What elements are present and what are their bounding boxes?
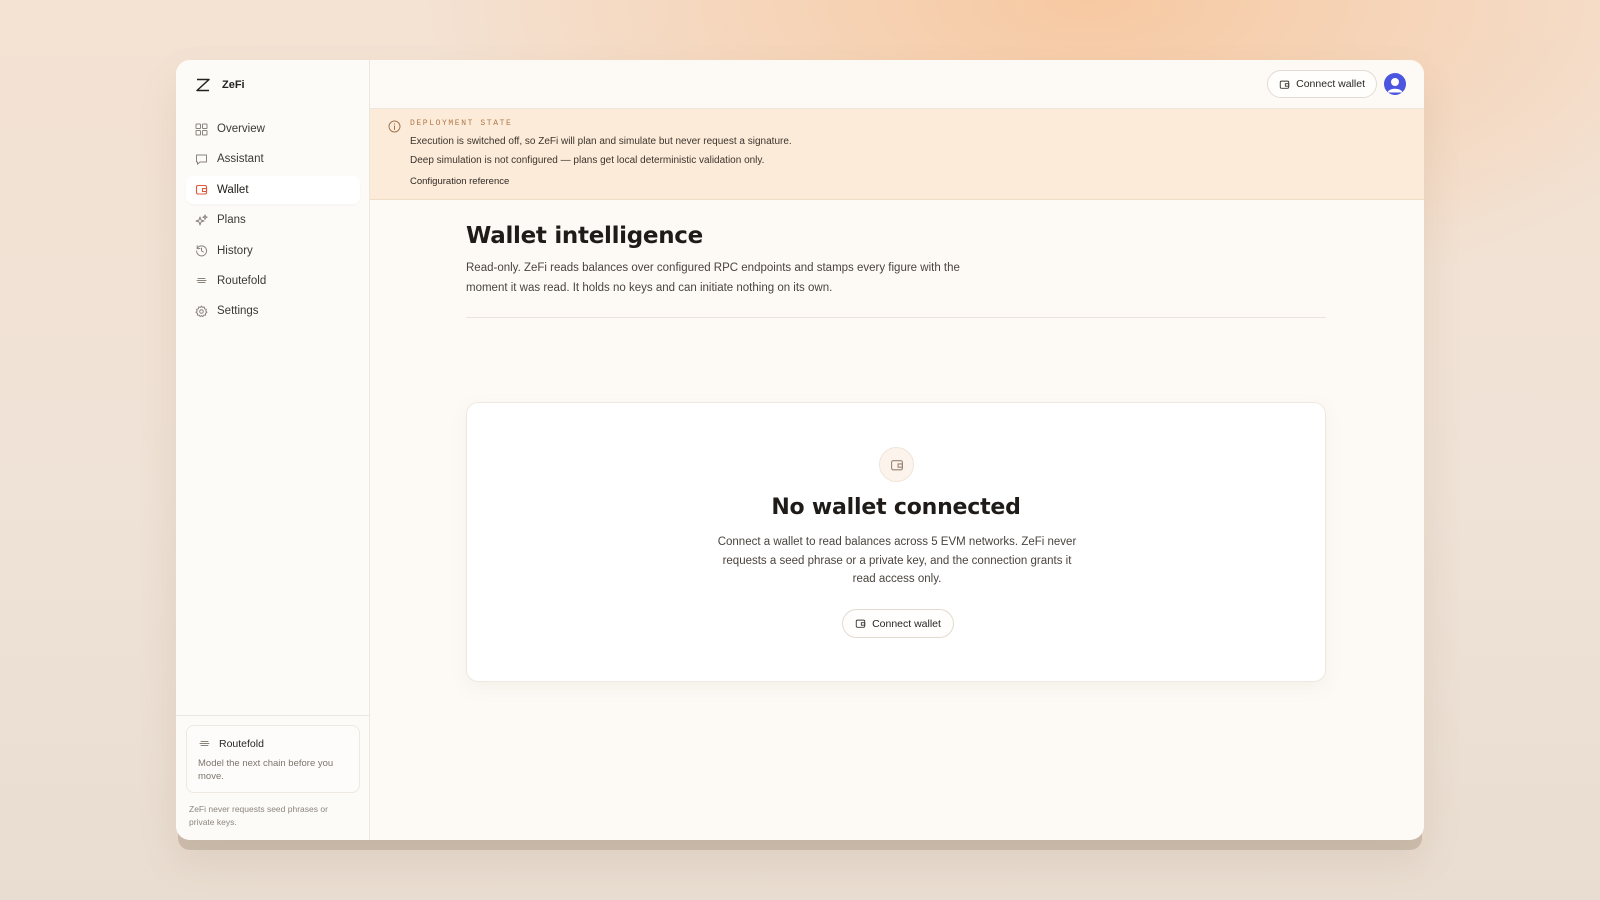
history-icon — [195, 244, 208, 257]
sidebar-item-label: Overview — [217, 123, 265, 135]
connect-wallet-button[interactable]: Connect wallet — [842, 609, 954, 638]
routefold-promo-card[interactable]: Routefold Model the next chain before yo… — [186, 725, 360, 793]
sidebar-item-label: Routefold — [217, 274, 267, 287]
wallet-icon — [1279, 80, 1290, 89]
page-header: Wallet intelligence Read-only. ZeFi read… — [466, 223, 1326, 318]
wallet-icon — [855, 619, 866, 628]
sidebar-item-label: Settings — [217, 305, 259, 318]
sparkles-icon — [195, 214, 208, 227]
connect-wallet-label: Connect wallet — [1296, 78, 1365, 90]
page-description: Read-only. ZeFi reads balances over conf… — [466, 262, 960, 294]
sidebar-item-wallet[interactable]: Wallet — [186, 175, 360, 204]
routefold-icon — [195, 274, 208, 287]
sidebar-item-label: Wallet — [217, 183, 249, 196]
sidebar-item-label: History — [217, 244, 253, 257]
routefold-icon — [198, 737, 211, 750]
wallet-icon — [890, 459, 903, 470]
page-title: Wallet intelligence — [466, 223, 703, 249]
sidebar-item-routefold[interactable]: Routefold — [186, 267, 360, 295]
sidebar-nav: Overview Assistant Wallet Plans History … — [186, 115, 360, 328]
connect-wallet-button-top[interactable]: Connect wallet — [1267, 70, 1377, 98]
app-name: ZeFi — [222, 79, 245, 91]
sidebar-item-history[interactable]: History — [186, 237, 360, 265]
banner-kicker: DEPLOYMENT STATE — [410, 119, 513, 128]
content-divider — [466, 317, 1326, 318]
sidebar-item-label: Plans — [217, 214, 246, 227]
sidebar-divider — [176, 715, 369, 716]
sidebar-item-label: Assistant — [217, 153, 264, 166]
zefi-logo-icon — [196, 78, 210, 92]
promo-title: Routefold — [198, 737, 348, 750]
sidebar-item-overview[interactable]: Overview — [186, 115, 360, 143]
gear-icon — [195, 305, 208, 318]
empty-state-description: Connect a wallet to read balances across… — [717, 536, 1077, 585]
deployment-state-banner: DEPLOYMENT STATE Execution is switched o… — [370, 109, 1424, 200]
banner-line-execution: Execution is switched off, so ZeFi will … — [410, 136, 792, 147]
empty-state-card: No wallet connected Connect a wallet to … — [466, 402, 1326, 682]
brand[interactable]: ZeFi — [194, 76, 245, 94]
sidebar-item-assistant[interactable]: Assistant — [186, 145, 360, 173]
topbar: Connect wallet — [370, 60, 1424, 109]
chat-icon — [195, 153, 208, 166]
main-content: Connect wallet DEPLOYMENT STATE Executio… — [370, 60, 1424, 840]
info-icon — [388, 120, 401, 133]
configuration-reference-link[interactable]: Configuration reference — [410, 176, 509, 187]
app-window: ZeFi Overview Assistant Wallet Plans His… — [176, 60, 1424, 840]
sidebar: ZeFi Overview Assistant Wallet Plans His… — [176, 60, 370, 840]
wallet-icon — [195, 183, 208, 196]
sidebar-item-settings[interactable]: Settings — [186, 297, 360, 325]
grid-icon — [195, 123, 208, 136]
empty-state-title: No wallet connected — [771, 495, 1021, 520]
promo-description: Model the next chain before you move. — [198, 758, 334, 782]
banner-line-simulation: Deep simulation is not configured — plan… — [410, 155, 765, 166]
promo-title-label: Routefold — [219, 737, 264, 750]
empty-state-icon — [879, 447, 914, 482]
security-footnote: ZeFi never requests seed phrases or priv… — [189, 804, 328, 827]
user-avatar-icon — [1387, 78, 1403, 93]
avatar[interactable] — [1384, 73, 1406, 95]
sidebar-item-plans[interactable]: Plans — [186, 206, 360, 234]
connect-wallet-label: Connect wallet — [872, 617, 941, 630]
